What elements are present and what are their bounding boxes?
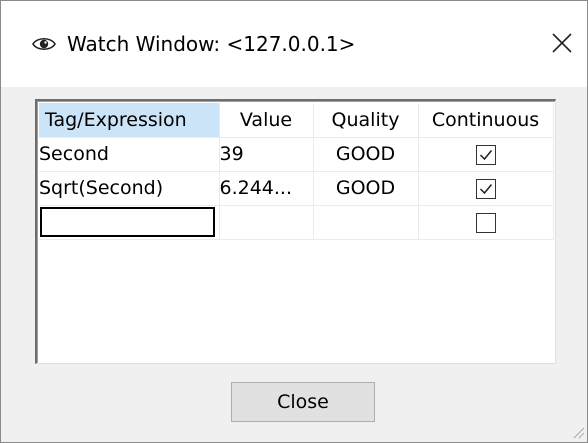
tag-cell[interactable]: Sqrt(Second) xyxy=(39,171,220,206)
tag-expression-input[interactable] xyxy=(40,206,215,237)
quality-cell: GOOD xyxy=(313,171,419,206)
header-row: Tag/Expression Value Quality Continuous xyxy=(39,103,554,138)
tag-cell-editor[interactable] xyxy=(39,205,220,240)
continuous-checkbox[interactable] xyxy=(475,212,496,233)
continuous-cell xyxy=(418,171,554,206)
value-cell: 6.244... xyxy=(219,171,314,206)
resize-grip-icon[interactable] xyxy=(569,423,585,439)
eye-icon xyxy=(31,33,57,55)
table-row[interactable]: Second 39 GOOD xyxy=(39,137,554,172)
continuous-cell xyxy=(418,137,554,172)
quality-cell: GOOD xyxy=(313,137,419,172)
close-button[interactable]: Close xyxy=(231,382,375,422)
continuous-cell xyxy=(418,205,554,240)
title-bar: Watch Window: <127.0.0.1> xyxy=(1,1,587,87)
watch-grid[interactable]: Tag/Expression Value Quality Continuous … xyxy=(35,99,556,364)
continuous-checkbox[interactable] xyxy=(475,178,496,199)
checkmark-icon xyxy=(479,183,492,194)
column-header-quality[interactable]: Quality xyxy=(313,103,419,138)
tag-cell[interactable]: Second xyxy=(39,137,220,172)
continuous-checkbox[interactable] xyxy=(475,144,496,165)
watch-table: Tag/Expression Value Quality Continuous … xyxy=(39,103,554,240)
close-icon[interactable] xyxy=(549,30,575,56)
column-header-tag-expression[interactable]: Tag/Expression xyxy=(39,103,220,138)
table-row[interactable]: Sqrt(Second) 6.244... GOOD xyxy=(39,171,554,206)
table-row-new[interactable] xyxy=(39,205,554,240)
watch-window-dialog: Watch Window: <127.0.0.1> Tag/Expression… xyxy=(0,0,588,443)
column-header-continuous[interactable]: Continuous xyxy=(418,103,554,138)
window-title: Watch Window: <127.0.0.1> xyxy=(67,32,356,56)
quality-cell xyxy=(313,205,419,240)
checkmark-icon xyxy=(479,149,492,160)
value-cell: 39 xyxy=(219,137,314,172)
column-header-value[interactable]: Value xyxy=(219,103,314,138)
value-cell xyxy=(219,205,314,240)
